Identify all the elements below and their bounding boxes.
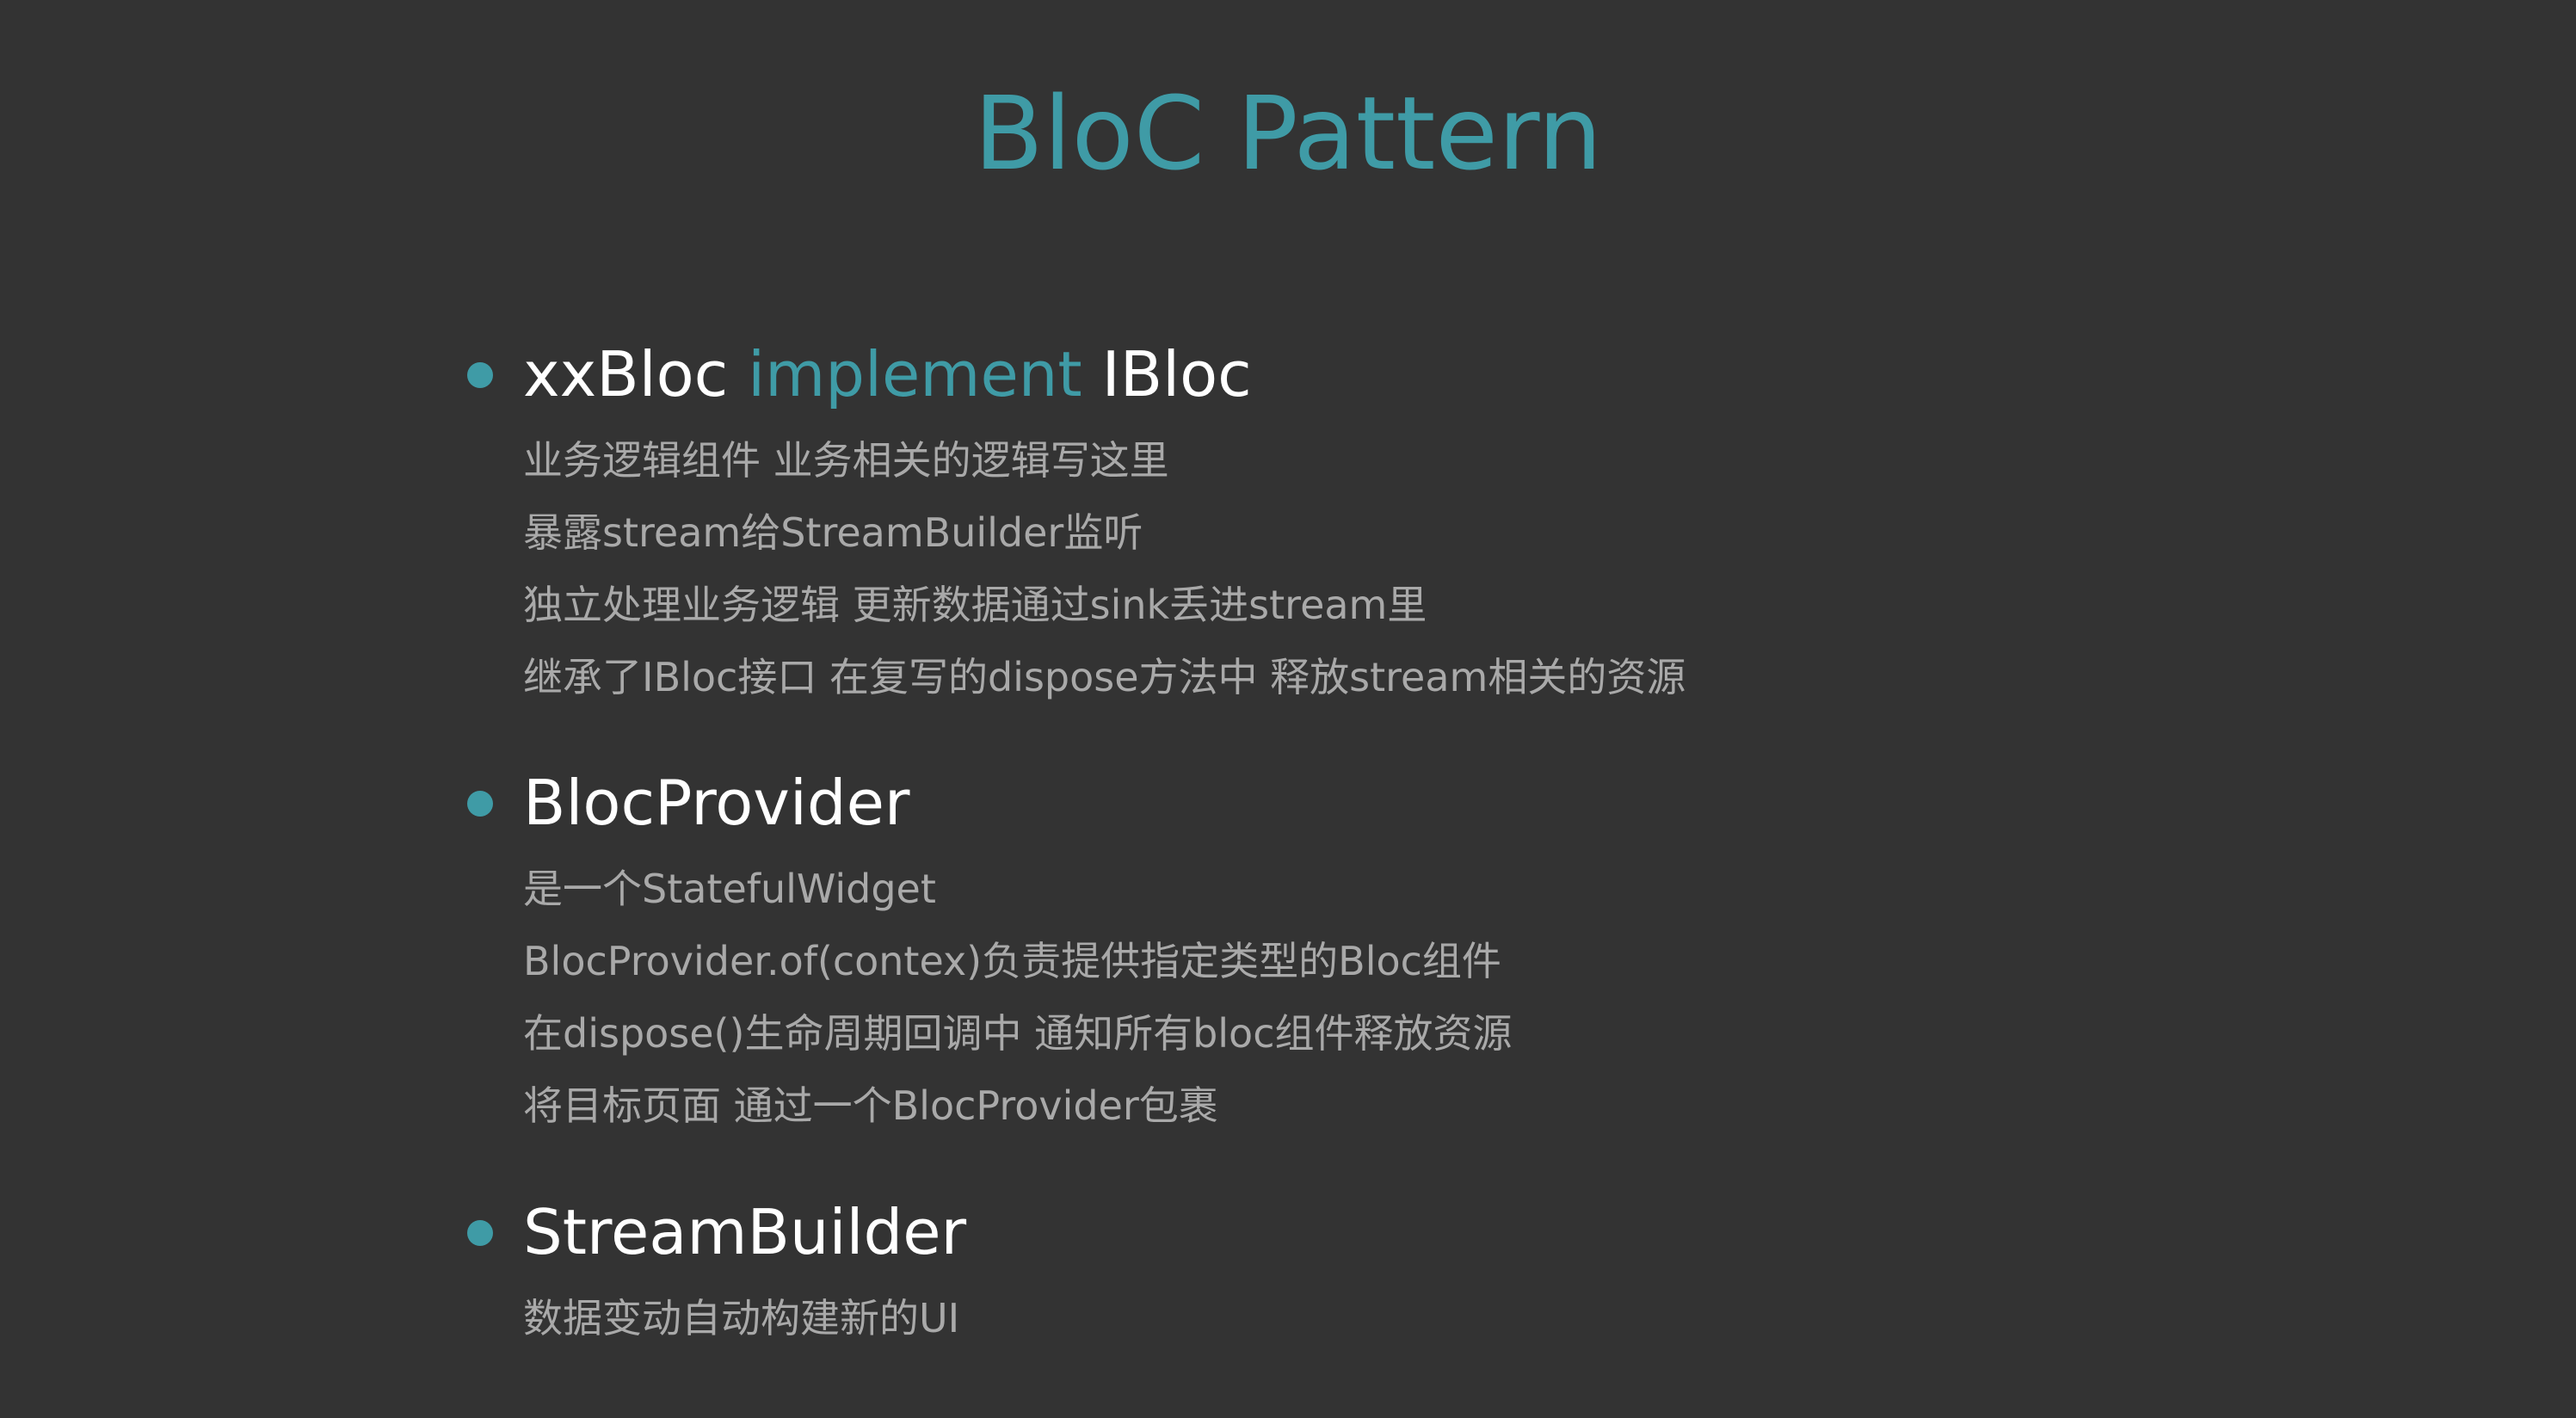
list-item: 数据变动自动构建新的UI [523, 1295, 960, 1341]
section-blocprovider: BlocProvider 是一个StatefulWidget BlocProvi… [465, 760, 2357, 1142]
slide-title: BloC Pattern [973, 74, 1603, 193]
list-item: 是一个StatefulWidget [523, 866, 936, 912]
list-item: 暴露stream给StreamBuilder监听 [523, 509, 1143, 556]
section-lines: 业务逻辑组件 业务相关的逻辑写这里 暴露stream给StreamBuilder… [465, 424, 2357, 713]
section-lines: 数据变动自动构建新的UI [465, 1282, 2357, 1354]
list-item: 在dispose()生命周期回调中 通知所有bloc组件释放资源 [523, 1010, 1513, 1057]
list-item: 继承了IBloc接口 在复写的dispose方法中 释放stream相关的资源 [523, 654, 1686, 700]
section-heading: StreamBuilder [465, 1189, 2357, 1275]
list-item: BlocProvider.of(contex)负责提供指定类型的Bloc组件 [523, 938, 1501, 984]
heading-text: BlocProvider [523, 767, 910, 839]
list-item: 将目标页面 通过一个BlocProvider包裹 [523, 1082, 1218, 1129]
heading-text: StreamBuilder [523, 1196, 967, 1268]
section-lines: 是一个StatefulWidget BlocProvider.of(contex… [465, 853, 2357, 1142]
slide: BloC Pattern xxBloc implement IBloc 业务逻辑… [0, 0, 2576, 1418]
bullet-dot-icon [467, 1220, 493, 1246]
section-xxbloc: xxBloc implement IBloc 业务逻辑组件 业务相关的逻辑写这里… [465, 331, 2357, 713]
list-item: 业务逻辑组件 业务相关的逻辑写这里 [523, 437, 1169, 484]
list-item: 独立处理业务逻辑 更新数据通过sink丢进stream里 [523, 582, 1427, 628]
heading-part-keyword: implement [748, 338, 1082, 410]
section-streambuilder: StreamBuilder 数据变动自动构建新的UI [465, 1189, 2357, 1354]
heading-part-class: xxBloc [523, 338, 729, 410]
bullet-dot-icon [467, 362, 493, 388]
bullet-dot-icon [467, 791, 493, 817]
section-heading: xxBloc implement IBloc [465, 331, 2357, 417]
heading-part-interface: IBloc [1101, 338, 1252, 410]
section-heading: BlocProvider [465, 760, 2357, 846]
